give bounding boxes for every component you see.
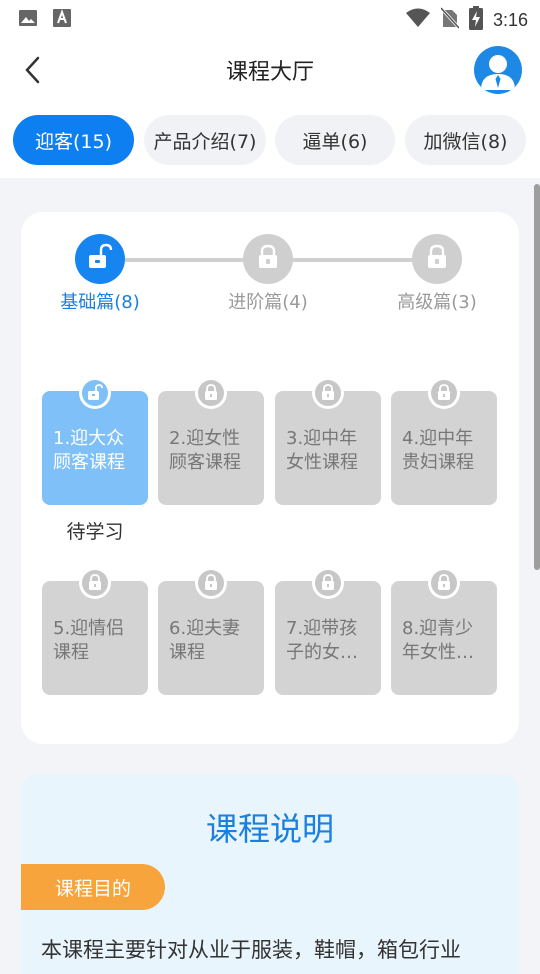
lock-icon <box>255 243 281 275</box>
page-title: 课程大厅 <box>225 60 314 85</box>
course-unlock-badge <box>79 377 111 409</box>
level-connector <box>293 258 415 262</box>
level-advanced[interactable] <box>243 234 293 284</box>
course-lock-badge <box>195 567 227 599</box>
course-title: 1.迎大众顾客课程 <box>53 428 125 473</box>
course-card-2[interactable]: 2.迎女性顾客课程 <box>158 377 264 505</box>
tab-add-wechat[interactable]: 加微信(8) <box>405 115 526 165</box>
course-title: 5.迎情侣课程 <box>53 618 125 663</box>
description-title: 课程说明 <box>205 810 334 848</box>
nav-bar: 课程大厅 <box>0 36 540 104</box>
course-title: 4.迎中年贵妇课程 <box>402 428 474 473</box>
status-time: 3:16 <box>492 9 528 30</box>
purpose-tag: 课程目的 <box>21 864 165 910</box>
course-title: 2.迎女性顾客课程 <box>169 428 241 473</box>
category-tabs: 迎客(15) 产品介绍(7) 逼单(6) 加微信(8) <box>0 104 540 178</box>
course-card-7[interactable]: 7.迎带孩子的女… <box>275 567 381 695</box>
course-lock-badge <box>312 567 344 599</box>
avatar[interactable] <box>474 46 522 94</box>
level-advanced-label[interactable]: 进阶篇(4) <box>198 288 338 314</box>
wifi-icon <box>405 8 431 32</box>
level-basic-label[interactable]: 基础篇(8) <box>30 288 170 314</box>
scrollbar[interactable] <box>534 184 540 570</box>
user-avatar-icon <box>474 55 522 94</box>
level-basic[interactable] <box>75 234 125 284</box>
tab-closing[interactable]: 逼单(6) <box>275 115 395 165</box>
course-lock-badge <box>312 377 344 409</box>
unlock-icon <box>86 243 114 275</box>
font-icon <box>52 8 72 32</box>
course-card-4[interactable]: 4.迎中年贵妇课程 <box>391 377 497 505</box>
course-title: 7.迎带孩子的女… <box>286 618 358 663</box>
course-lock-badge <box>195 377 227 409</box>
image-icon <box>18 8 38 32</box>
battery-charging-icon <box>468 6 483 34</box>
level-expert[interactable] <box>412 234 462 284</box>
level-connector <box>125 258 245 262</box>
tab-product-intro[interactable]: 产品介绍(7) <box>144 115 266 165</box>
course-lock-badge <box>428 567 460 599</box>
tab-welcome[interactable]: 迎客(15) <box>13 115 134 165</box>
course-card-6[interactable]: 6.迎夫妻课程 <box>158 567 264 695</box>
course-card-1[interactable]: 1.迎大众顾客课程 <box>42 377 148 505</box>
course-lock-badge <box>428 377 460 409</box>
no-sim-icon <box>439 6 461 33</box>
course-title: 6.迎夫妻课程 <box>169 618 241 663</box>
course-card-3[interactable]: 3.迎中年女性课程 <box>275 377 381 505</box>
course-lock-badge <box>79 567 111 599</box>
course-card-5[interactable]: 5.迎情侣课程 <box>42 567 148 695</box>
course-title: 8.迎青少年女性… <box>402 618 474 663</box>
status-bar: 3:16 <box>0 0 540 36</box>
course-card-8[interactable]: 8.迎青少年女性… <box>391 567 497 695</box>
course-title: 3.迎中年女性课程 <box>286 428 358 473</box>
course-status: 待学习 <box>66 521 124 543</box>
course-description-card: 课程说明 课程目的 本课程主要针对从业于服装，鞋帽，箱包行业 <box>21 774 519 974</box>
lock-icon <box>424 243 450 275</box>
course-level-card: 基础篇(8) 进阶篇(4) 高级篇(3) 1.迎大众顾客课程 2.迎女性顾客课程… <box>21 212 519 744</box>
level-expert-label[interactable]: 高级篇(3) <box>367 288 507 314</box>
